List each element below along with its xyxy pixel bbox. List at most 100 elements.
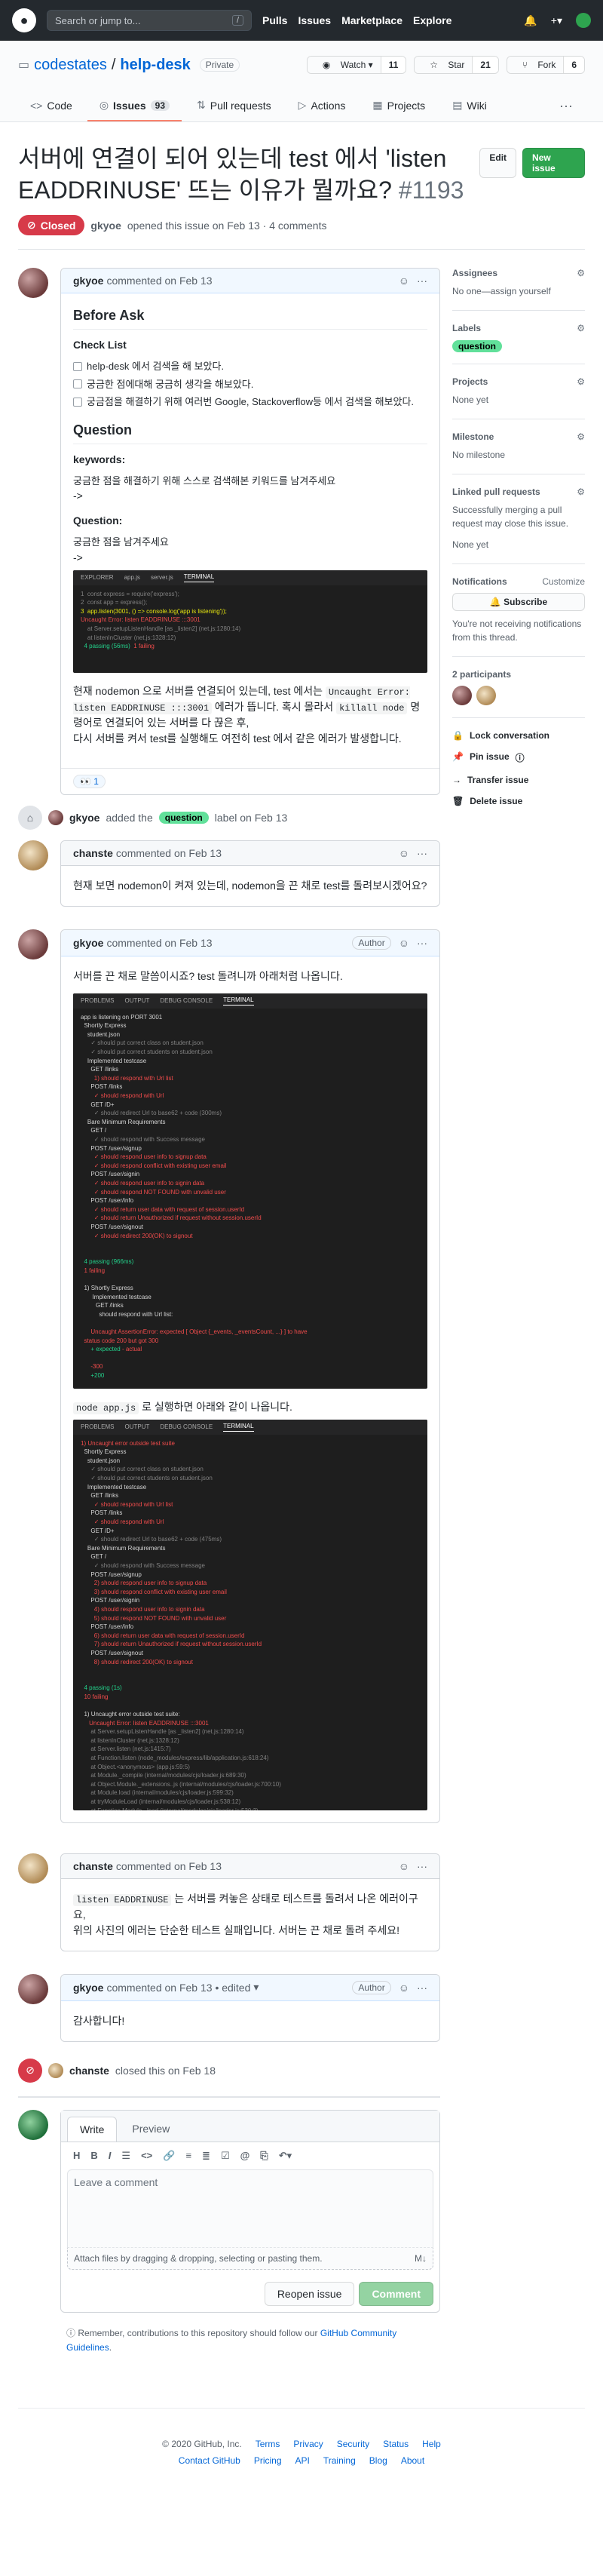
nav-marketplace[interactable]: Marketplace <box>341 14 403 26</box>
footer-link[interactable]: Training <box>323 2455 356 2466</box>
italic-icon[interactable]: I <box>109 2150 112 2162</box>
pin-issue-button[interactable]: 📌 Pin issue ⓘ <box>452 751 585 764</box>
tab-preview[interactable]: Preview <box>120 2117 182 2142</box>
event-author[interactable]: gkyoe <box>69 812 99 824</box>
participant-avatar[interactable] <box>452 686 472 706</box>
more-icon[interactable]: ··· <box>547 91 585 121</box>
smiley-icon[interactable]: ☺ <box>399 847 409 859</box>
kebab-icon[interactable]: ··· <box>417 1860 427 1872</box>
nav-pulls[interactable]: Pulls <box>262 14 287 26</box>
tab-write[interactable]: Write <box>67 2116 118 2142</box>
smiley-icon[interactable]: ☺ <box>399 275 409 287</box>
mention-icon[interactable]: @ <box>240 2150 250 2162</box>
reply-icon[interactable]: ↶▾ <box>279 2150 292 2162</box>
comment-time[interactable]: commented on Feb 13 <box>106 275 212 287</box>
tab-actions[interactable]: ▷ Actions <box>286 91 358 121</box>
edit-button[interactable]: Edit <box>479 148 517 178</box>
terminal-screenshot-1[interactable]: PROBLEMS OUTPUT DEBUG CONSOLE TERMINAL app … <box>73 993 427 1389</box>
footer-link[interactable]: Help <box>422 2439 441 2449</box>
gear-icon[interactable]: ⚙ <box>577 376 585 387</box>
footer-link[interactable]: Terms <box>256 2439 280 2449</box>
footer-link[interactable]: Security <box>337 2439 369 2449</box>
footer-link[interactable]: Blog <box>369 2455 387 2466</box>
comment-button[interactable]: Comment <box>359 2281 433 2306</box>
bullet-list-icon[interactable]: ≡ <box>185 2150 191 2162</box>
tab-issues[interactable]: ◎ Issues 93 <box>87 91 182 121</box>
smiley-icon[interactable]: ☺ <box>399 937 409 949</box>
smiley-icon[interactable]: ☺ <box>399 1982 409 1994</box>
avatar[interactable] <box>18 1853 48 1884</box>
comment-time[interactable]: commented on Feb 13 <box>106 937 212 949</box>
assign-yourself-link[interactable]: No one—assign yourself <box>452 284 585 298</box>
reaction-eyes[interactable]: 👀 1 <box>73 774 106 788</box>
comment-author[interactable]: chanste <box>73 847 113 859</box>
comment-time[interactable]: commented on Feb 13 • edited <box>106 1982 250 1994</box>
watch-button[interactable]: ◉ Watch ▾ 11 <box>306 56 407 74</box>
tab-wiki[interactable]: ▤ Wiki <box>440 91 499 121</box>
kebab-icon[interactable]: ··· <box>417 1982 427 1994</box>
avatar[interactable] <box>18 840 48 870</box>
task-list-icon[interactable]: ☑ <box>221 2150 230 2162</box>
comment-author[interactable]: chanste <box>73 1860 113 1872</box>
tab-pull-requests[interactable]: ⇅ Pull requests <box>185 91 283 121</box>
subscribe-button[interactable]: 🔔 Subscribe <box>452 593 585 612</box>
smiley-icon[interactable]: ☺ <box>399 1860 409 1872</box>
gear-icon[interactable]: ⚙ <box>577 323 585 333</box>
user-avatar[interactable] <box>576 13 591 28</box>
reopen-issue-button[interactable]: Reopen issue <box>264 2281 355 2306</box>
lock-conversation-button[interactable]: 🔒 Lock conversation <box>452 730 585 741</box>
kebab-icon[interactable]: ··· <box>417 847 427 859</box>
checkbox[interactable] <box>73 361 82 371</box>
avatar[interactable] <box>18 929 48 959</box>
gear-icon[interactable]: ⚙ <box>577 268 585 278</box>
screenshot-image[interactable]: EXPLORER app.js server.js TERMINAL 1 const … <box>73 570 427 673</box>
customize-link[interactable]: Customize <box>542 576 585 587</box>
search-input[interactable]: Search or jump to... / <box>47 10 252 31</box>
fork-count[interactable]: 6 <box>563 57 584 73</box>
label-badge[interactable]: question <box>452 340 502 353</box>
avatar[interactable] <box>18 268 48 299</box>
checkbox[interactable] <box>73 397 82 407</box>
heading-icon[interactable]: H <box>73 2150 80 2162</box>
plus-icon[interactable]: +▾ <box>551 14 562 27</box>
tab-projects[interactable]: ▦ Projects <box>360 91 437 121</box>
markdown-icon[interactable]: M↓ <box>415 2253 427 2264</box>
repo-name-link[interactable]: help-desk <box>120 57 190 74</box>
gear-icon[interactable]: ⚙ <box>577 431 585 442</box>
star-button[interactable]: ☆ Star 21 <box>414 56 499 74</box>
new-issue-button[interactable]: New issue <box>522 148 585 178</box>
code-icon[interactable]: <> <box>141 2150 152 2162</box>
gear-icon[interactable]: ⚙ <box>577 487 585 497</box>
comment-time[interactable]: commented on Feb 13 <box>116 847 222 859</box>
tab-code[interactable]: <> Code <box>18 91 84 121</box>
label-badge[interactable]: question <box>158 811 209 824</box>
attach-files-bar[interactable]: Attach files by dragging & dropping, sel… <box>67 2247 433 2270</box>
github-logo-icon[interactable]: ● <box>12 8 36 32</box>
delete-issue-button[interactable]: 🗑 Delete issue <box>452 796 585 806</box>
footer-link[interactable]: Status <box>383 2439 409 2449</box>
bell-icon[interactable]: 🔔 <box>524 14 537 27</box>
nav-issues[interactable]: Issues <box>298 14 331 26</box>
comment-author[interactable]: gkyoe <box>73 275 103 287</box>
kebab-icon[interactable]: ··· <box>417 275 427 287</box>
checkbox[interactable] <box>73 379 82 389</box>
terminal-screenshot-2[interactable]: PROBLEMS OUTPUT DEBUG CONSOLE TERMINAL 1) U… <box>73 1419 427 1810</box>
watch-count[interactable]: 11 <box>380 57 406 73</box>
footer-link[interactable]: Contact GitHub <box>179 2455 240 2466</box>
comment-textarea[interactable]: Leave a comment <box>67 2169 433 2248</box>
footer-link[interactable]: About <box>401 2455 424 2466</box>
bold-icon[interactable]: B <box>90 2150 97 2162</box>
quote-icon[interactable]: ☰ <box>121 2150 130 2162</box>
avatar[interactable] <box>18 1973 48 2004</box>
participant-avatar[interactable] <box>476 686 496 706</box>
numbered-list-icon[interactable]: ≣ <box>202 2150 210 2162</box>
fork-button[interactable]: ⑂ Fork 6 <box>506 56 585 74</box>
comment-time[interactable]: commented on Feb 13 <box>116 1860 222 1872</box>
link-icon[interactable]: 🔗 <box>163 2150 175 2162</box>
star-count[interactable]: 21 <box>472 57 498 73</box>
footer-link[interactable]: Pricing <box>254 2455 282 2466</box>
nav-explore[interactable]: Explore <box>413 14 451 26</box>
avatar[interactable] <box>48 809 63 825</box>
issue-author[interactable]: gkyoe <box>90 220 121 232</box>
chevron-down-icon[interactable]: ▾ <box>253 1981 259 1994</box>
